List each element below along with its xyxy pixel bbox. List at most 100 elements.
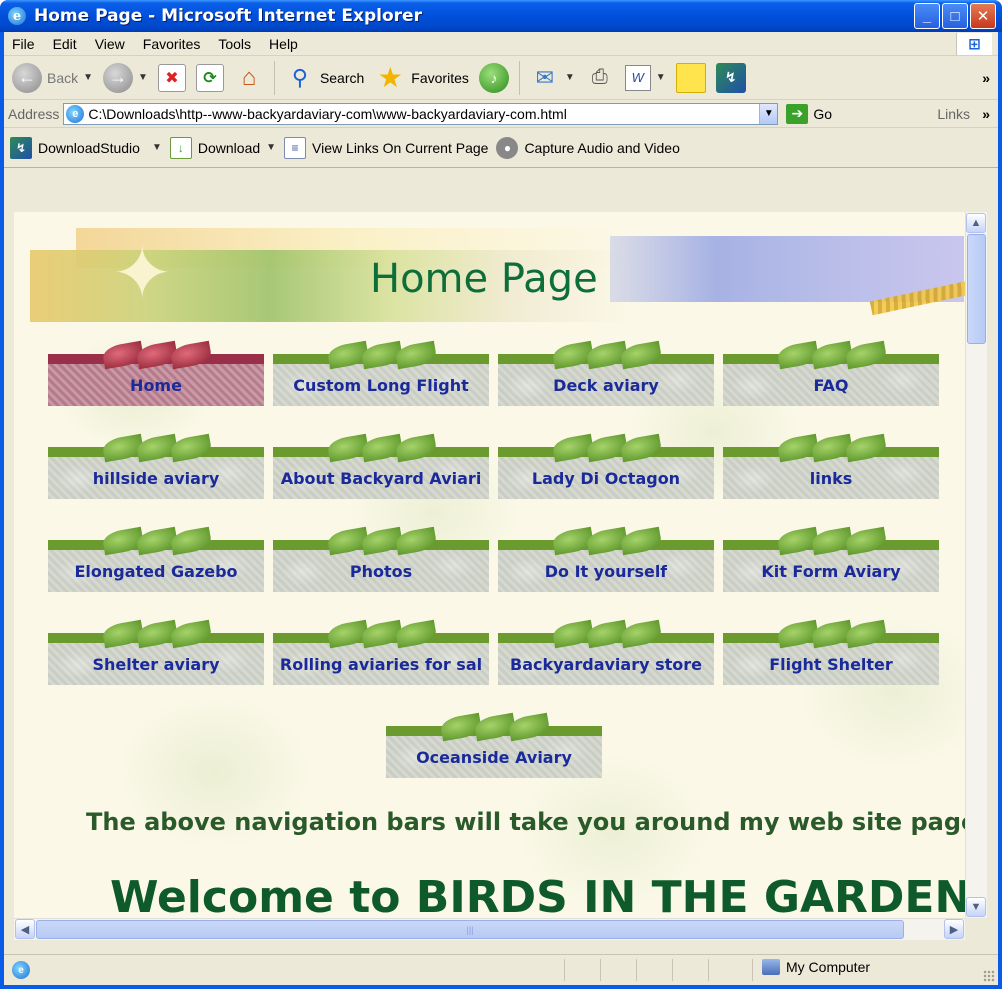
favorites-button[interactable]: ★ Favorites (370, 59, 473, 97)
page-banner: ✦ Home Page (30, 228, 965, 324)
menu-edit[interactable]: Edit (44, 36, 86, 52)
back-dropdown-icon[interactable]: ▼ (83, 72, 93, 83)
nav-button-photos[interactable]: Photos (273, 526, 489, 592)
nav-button-face: Elongated Gazebo (48, 550, 264, 592)
edit-button[interactable]: W ▼ (621, 59, 670, 97)
go-button[interactable]: ➔ Go (786, 103, 832, 124)
nav-button-flight-shelter[interactable]: Flight Shelter (723, 619, 939, 685)
forward-dropdown-icon[interactable]: ▼ (138, 72, 148, 83)
download-button[interactable]: ↓ Download ▼ (169, 136, 276, 159)
window-title: Home Page - Microsoft Internet Explorer (34, 6, 422, 26)
leaves-icon (326, 619, 438, 649)
links-label[interactable]: Links (937, 106, 970, 122)
leaves-icon (326, 526, 438, 556)
downloadstudio-dropdown-icon[interactable]: ▼ (152, 142, 162, 153)
search-button[interactable]: ⚲ Search (281, 59, 368, 97)
vertical-scroll-thumb[interactable] (967, 234, 986, 344)
address-input[interactable]: e C:\Downloads\http--www-backyardaviary-… (63, 102, 779, 125)
title-bar[interactable]: e Home Page - Microsoft Internet Explore… (0, 0, 1002, 32)
leaves-icon (101, 619, 213, 649)
nav-button-label: Lady Di Octagon (531, 468, 681, 488)
home-button[interactable]: ⌂ (230, 59, 268, 97)
links-overflow-icon[interactable]: » (982, 106, 990, 122)
nav-button-elongated-gazebo[interactable]: Elongated Gazebo (48, 526, 264, 592)
nav-button-label: Flight Shelter (769, 654, 893, 674)
stop-button[interactable]: ✖ (154, 59, 190, 97)
status-divider (672, 959, 673, 981)
computer-icon (762, 959, 780, 975)
menu-favorites[interactable]: Favorites (134, 36, 210, 52)
view-links-label: View Links On Current Page (312, 139, 489, 156)
print-button[interactable]: ⎙ (581, 59, 619, 97)
leaves-icon (326, 433, 438, 463)
download-label: Download (197, 139, 261, 156)
leaves-icon (101, 340, 213, 370)
browser-window: e Home Page - Microsoft Internet Explore… (0, 0, 1002, 989)
resize-grip-icon[interactable] (983, 970, 995, 982)
toolbar-overflow-icon[interactable]: » (982, 70, 990, 86)
nav-button-links[interactable]: links (723, 433, 939, 499)
vertical-scrollbar[interactable]: ▲ ▼ (965, 212, 987, 918)
refresh-button[interactable]: ⟳ (192, 59, 228, 97)
downloadstudio-toolbar-button[interactable]: ↯ (712, 59, 750, 97)
nav-button-label: Custom Long Flight (293, 375, 469, 395)
nav-button-hillside-aviary[interactable]: hillside aviary (48, 433, 264, 499)
capture-button[interactable]: ● Capture Audio and Video (496, 136, 680, 159)
menu-view[interactable]: View (86, 36, 134, 52)
menu-file[interactable]: File (4, 36, 44, 52)
nav-button-backyardaviary-store[interactable]: Backyardaviary store (498, 619, 714, 685)
menu-tools[interactable]: Tools (209, 36, 260, 52)
nav-tagline: The above navigation bars will take you … (86, 808, 965, 836)
scroll-left-icon[interactable]: ◀ (15, 919, 35, 939)
nav-button-custom-long-flight[interactable]: Custom Long Flight (273, 340, 489, 406)
nav-button-lady-di-octagon[interactable]: Lady Di Octagon (498, 433, 714, 499)
nav-button-label: Elongated Gazebo (74, 561, 238, 581)
nav-button-label: Shelter aviary (92, 654, 220, 674)
refresh-icon: ⟳ (195, 63, 224, 92)
stop-icon: ✖ (157, 63, 186, 92)
media-button[interactable]: ♪ (475, 59, 513, 97)
nav-button-face: FAQ (723, 364, 939, 406)
search-label: Search (319, 69, 365, 86)
minimize-button[interactable]: _ (914, 3, 940, 29)
menu-help[interactable]: Help (260, 36, 307, 52)
maximize-button[interactable]: □ (942, 3, 968, 29)
nav-button-shelter-aviary[interactable]: Shelter aviary (48, 619, 264, 685)
scroll-up-icon[interactable]: ▲ (966, 213, 986, 233)
mail-dropdown-icon[interactable]: ▼ (565, 72, 575, 83)
nav-button-deck-aviary[interactable]: Deck aviary (498, 340, 714, 406)
address-dropdown-icon[interactable]: ▼ (759, 103, 778, 124)
horizontal-scrollbar[interactable]: ◀ ||| ▶ (14, 918, 965, 940)
download-dropdown-icon[interactable]: ▼ (266, 142, 276, 153)
nav-button-home[interactable]: Home (48, 340, 264, 406)
nav-button-oceanside-aviary[interactable]: Oceanside Aviary (386, 712, 602, 778)
capture-label: Capture Audio and Video (524, 139, 680, 156)
close-button[interactable]: ✕ (970, 3, 996, 29)
scroll-right-icon[interactable]: ▶ (944, 919, 964, 939)
status-divider (564, 959, 565, 981)
nav-button-do-it-yourself[interactable]: Do It yourself (498, 526, 714, 592)
back-button[interactable]: ← Back ▼ (8, 59, 97, 97)
nav-button-faq[interactable]: FAQ (723, 340, 939, 406)
media-icon: ♪ (478, 62, 509, 93)
horizontal-scroll-thumb[interactable]: ||| (36, 920, 904, 939)
nav-button-label: Deck aviary (553, 375, 659, 395)
downloadstudio-menu[interactable]: ↯ DownloadStudio ▼ (10, 136, 162, 159)
leaves-icon (551, 340, 663, 370)
nav-button-kit-form-aviary[interactable]: Kit Form Aviary (723, 526, 939, 592)
nav-button-about-backyard-aviari[interactable]: About Backyard Aviari (273, 433, 489, 499)
zone-label: My Computer (786, 959, 871, 975)
address-label: Address (8, 105, 60, 122)
edit-dropdown-icon[interactable]: ▼ (656, 72, 666, 83)
favorites-label: Favorites (411, 69, 469, 86)
address-url: C:\Downloads\http--www-backyardaviary-co… (88, 105, 567, 122)
nav-button-rolling-aviaries-for-sal[interactable]: Rolling aviaries for sal (273, 619, 489, 685)
notes-button[interactable] (672, 59, 710, 97)
leaves-icon (439, 712, 551, 742)
mail-button[interactable]: ✉ ▼ (526, 59, 579, 97)
scroll-down-icon[interactable]: ▼ (966, 897, 986, 917)
note-icon (675, 62, 706, 93)
forward-button[interactable]: → ▼ (99, 59, 152, 97)
leaves-icon (101, 433, 213, 463)
view-links-button[interactable]: ≡ View Links On Current Page (284, 136, 489, 159)
